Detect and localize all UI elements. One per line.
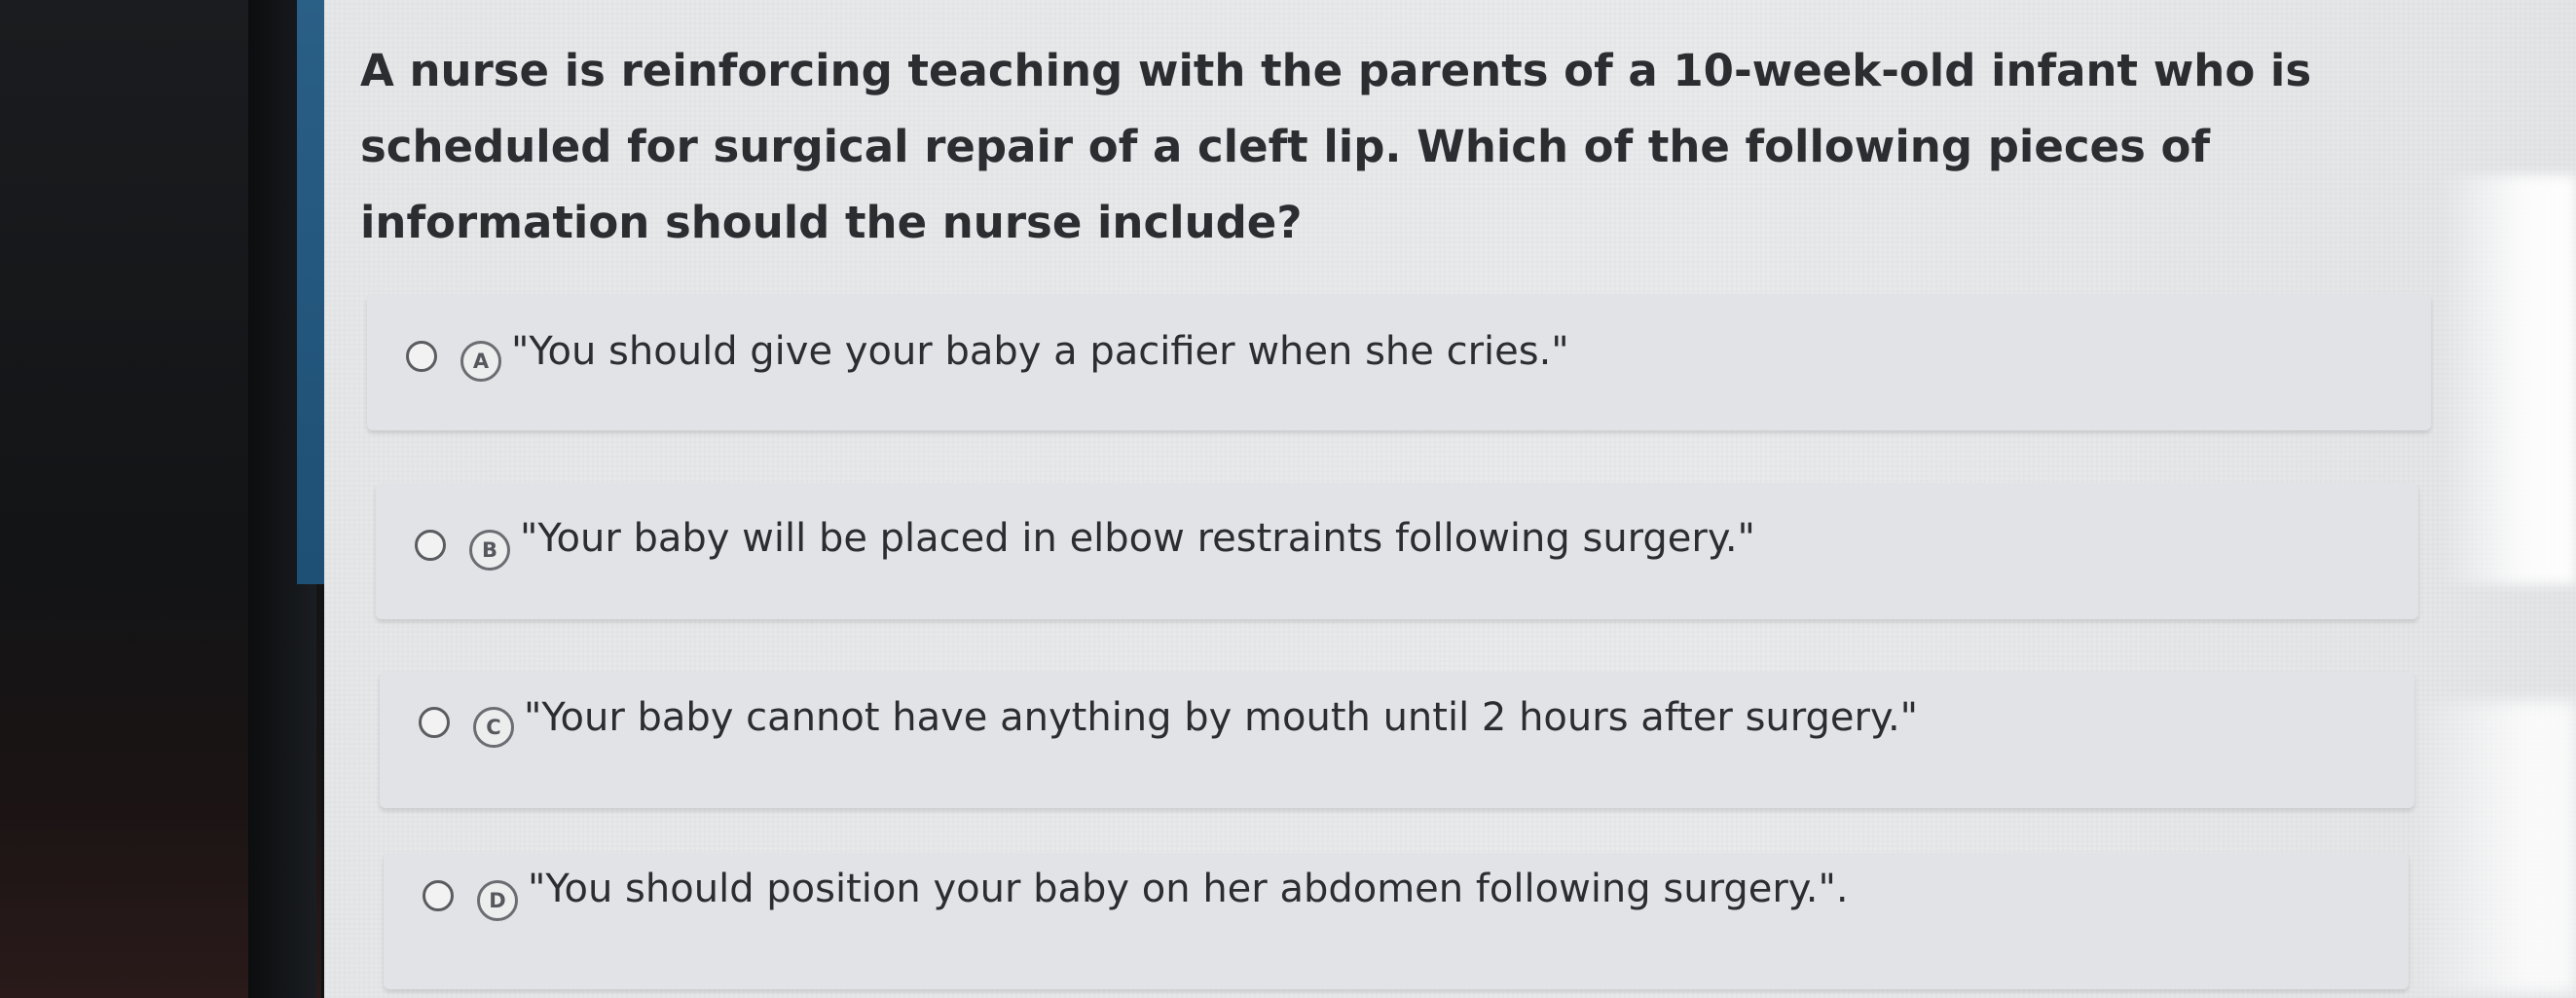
option-text-a: "You should give your baby a pacifier wh… bbox=[511, 329, 1569, 374]
question-stem: A nurse is reinforcing teaching with the… bbox=[360, 45, 2312, 248]
monitor-bezel bbox=[0, 0, 321, 998]
radio-button-a[interactable] bbox=[406, 341, 437, 372]
radio-button-c[interactable] bbox=[419, 707, 450, 738]
option-text-b: "Your baby will be placed in elbow restr… bbox=[520, 516, 1755, 561]
option-letter-badge-a: A bbox=[460, 341, 501, 382]
option-letter-badge-c: C bbox=[473, 707, 514, 748]
answer-option-c[interactable]: C "Your baby cannot have anything by mou… bbox=[380, 672, 2414, 808]
option-text-c: "Your baby cannot have anything by mouth… bbox=[524, 695, 1919, 740]
radio-button-b[interactable] bbox=[415, 530, 446, 561]
answer-option-d[interactable]: D "You should position your baby on her … bbox=[384, 853, 2409, 989]
screen-glare-lower bbox=[2410, 701, 2576, 993]
option-letter-badge-b: B bbox=[469, 530, 510, 571]
option-letter-badge-d: D bbox=[477, 880, 518, 921]
option-text-d: "You should position your baby on her ab… bbox=[528, 867, 1849, 911]
answer-option-a[interactable]: A "You should give your baby a pacifier … bbox=[367, 294, 2431, 430]
answer-option-b[interactable]: B "Your baby will be placed in elbow res… bbox=[376, 483, 2418, 619]
radio-button-d[interactable] bbox=[423, 880, 454, 911]
